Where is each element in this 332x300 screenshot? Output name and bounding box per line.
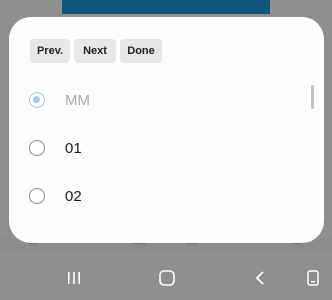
radio-unselected-icon[interactable] <box>29 140 45 156</box>
radio-unselected-icon[interactable] <box>29 188 45 204</box>
option-02[interactable]: 02 <box>9 172 309 220</box>
option-01[interactable]: 01 <box>9 124 309 172</box>
option-label: MM <box>65 91 90 109</box>
option-label: 01 <box>65 139 82 157</box>
scrollbar[interactable] <box>311 85 314 109</box>
system-nav-bar <box>0 250 332 300</box>
prev-button[interactable]: Prev. <box>30 39 70 63</box>
picker-toolbar: Prev. Next Done <box>30 39 162 63</box>
radio-selected-icon[interactable] <box>29 92 45 108</box>
recent-apps-icon[interactable] <box>64 268 84 288</box>
background-banner <box>62 0 270 14</box>
keyboard-icon[interactable] <box>303 268 323 288</box>
done-button[interactable]: Done <box>120 39 162 63</box>
next-button[interactable]: Next <box>74 39 116 63</box>
picker-dialog: Prev. Next Done MM 01 02 <box>9 17 324 243</box>
home-icon[interactable] <box>157 268 177 288</box>
option-label: 02 <box>65 187 82 205</box>
back-icon[interactable] <box>250 268 270 288</box>
option-mm[interactable]: MM <box>9 76 309 124</box>
